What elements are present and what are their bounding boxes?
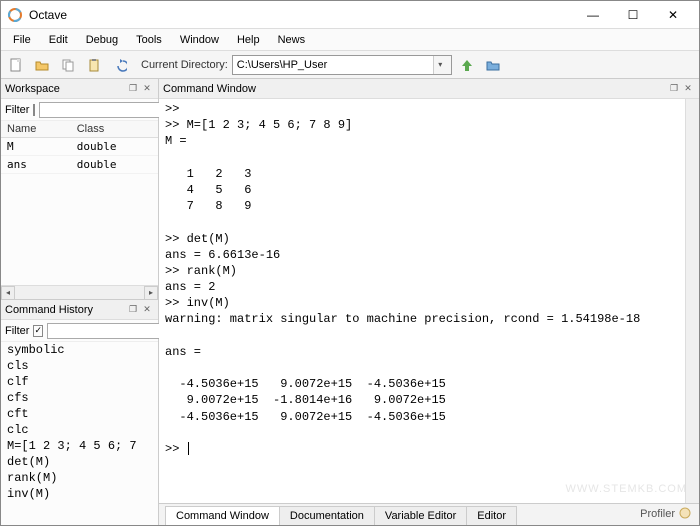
tab-editor[interactable]: Editor bbox=[466, 506, 517, 525]
menu-help[interactable]: Help bbox=[229, 32, 268, 48]
col-name[interactable]: Name bbox=[1, 121, 71, 138]
scroll-right-icon[interactable]: ▸ bbox=[144, 286, 158, 300]
workspace-filter-input[interactable] bbox=[39, 102, 173, 118]
workspace-filter-label: Filter bbox=[5, 104, 29, 116]
col-class[interactable]: Class bbox=[71, 121, 158, 138]
list-item[interactable]: inv(M) bbox=[1, 486, 158, 502]
list-item[interactable]: det(M) bbox=[1, 454, 158, 470]
list-item[interactable]: cfs bbox=[1, 390, 158, 406]
table-row[interactable]: Mdouble bbox=[1, 138, 158, 156]
list-item[interactable]: symbolic bbox=[1, 342, 158, 358]
undock-icon[interactable]: ❐ bbox=[126, 303, 140, 317]
var-class: double bbox=[71, 156, 158, 174]
profiler-label: Profiler bbox=[640, 508, 675, 520]
list-item[interactable]: clf bbox=[1, 374, 158, 390]
toolbar: Current Directory: ▾ bbox=[1, 51, 699, 79]
bottom-tabbar: Command Window Documentation Variable Ed… bbox=[159, 503, 699, 525]
statusbar: Profiler bbox=[632, 503, 699, 525]
list-item[interactable]: cft bbox=[1, 406, 158, 422]
profiler-icon[interactable] bbox=[679, 507, 691, 522]
workspace-title: Workspace bbox=[5, 83, 126, 95]
menu-edit[interactable]: Edit bbox=[41, 32, 76, 48]
dir-up-button[interactable] bbox=[456, 54, 478, 76]
history-list[interactable]: symbolicclsclfcfscftclcM=[1 2 3; 4 5 6; … bbox=[1, 342, 158, 525]
list-item[interactable]: M=[1 2 3; 4 5 6; 7 bbox=[1, 438, 158, 454]
workspace-filter-checkbox[interactable] bbox=[33, 104, 35, 116]
tab-variable-editor[interactable]: Variable Editor bbox=[374, 506, 467, 525]
undo-button[interactable] bbox=[109, 54, 131, 76]
undock-icon[interactable]: ❐ bbox=[126, 82, 140, 96]
menubar: File Edit Debug Tools Window Help News bbox=[1, 29, 699, 51]
copy-button[interactable] bbox=[57, 54, 79, 76]
close-button[interactable]: ✕ bbox=[653, 2, 693, 28]
var-name: ans bbox=[1, 156, 71, 174]
chevron-down-icon[interactable]: ▾ bbox=[433, 56, 447, 74]
tab-documentation[interactable]: Documentation bbox=[279, 506, 375, 525]
current-directory-label: Current Directory: bbox=[141, 59, 228, 71]
history-filter-checkbox[interactable]: ✓ bbox=[33, 325, 43, 337]
history-filter-label: Filter bbox=[5, 325, 29, 337]
undock-icon[interactable]: ❐ bbox=[667, 82, 681, 96]
table-row[interactable]: ansdouble bbox=[1, 156, 158, 174]
close-panel-icon[interactable]: ✕ bbox=[681, 82, 695, 96]
text-cursor bbox=[188, 442, 189, 455]
menu-tools[interactable]: Tools bbox=[128, 32, 170, 48]
menu-news[interactable]: News bbox=[270, 32, 314, 48]
scroll-left-icon[interactable]: ◂ bbox=[1, 286, 15, 300]
menu-debug[interactable]: Debug bbox=[78, 32, 126, 48]
titlebar: Octave — ☐ ✕ bbox=[1, 1, 699, 29]
open-folder-button[interactable] bbox=[31, 54, 53, 76]
close-panel-icon[interactable]: ✕ bbox=[140, 303, 154, 317]
command-window-header: Command Window ❐ ✕ bbox=[159, 79, 699, 99]
current-directory-input[interactable] bbox=[233, 56, 433, 74]
workspace-hscroll[interactable]: ◂ ▸ bbox=[1, 285, 158, 299]
close-panel-icon[interactable]: ✕ bbox=[140, 82, 154, 96]
window-title: Octave bbox=[29, 8, 573, 22]
var-class: double bbox=[71, 138, 158, 156]
command-window-vscroll[interactable] bbox=[685, 99, 699, 503]
workspace-header: Workspace ❐ ✕ bbox=[1, 79, 158, 99]
menu-file[interactable]: File bbox=[5, 32, 39, 48]
minimize-button[interactable]: — bbox=[573, 2, 613, 28]
list-item[interactable]: clc bbox=[1, 422, 158, 438]
app-icon bbox=[7, 7, 23, 23]
list-item[interactable]: cls bbox=[1, 358, 158, 374]
history-header: Command History ❐ ✕ bbox=[1, 300, 158, 320]
browse-folder-button[interactable] bbox=[482, 54, 504, 76]
maximize-button[interactable]: ☐ bbox=[613, 2, 653, 28]
history-title: Command History bbox=[5, 304, 126, 316]
workspace-table: Name Class Mdoubleansdouble bbox=[1, 121, 158, 174]
menu-window[interactable]: Window bbox=[172, 32, 227, 48]
command-window-title: Command Window bbox=[163, 83, 667, 95]
list-item[interactable]: rank(M) bbox=[1, 470, 158, 486]
paste-button[interactable] bbox=[83, 54, 105, 76]
var-name: M bbox=[1, 138, 71, 156]
current-directory-combo[interactable]: ▾ bbox=[232, 55, 452, 75]
command-window-output[interactable]: >> >> M=[1 2 3; 4 5 6; 7 8 9] M = 1 2 3 … bbox=[159, 99, 685, 503]
tab-command-window[interactable]: Command Window bbox=[165, 506, 280, 525]
new-file-button[interactable] bbox=[5, 54, 27, 76]
